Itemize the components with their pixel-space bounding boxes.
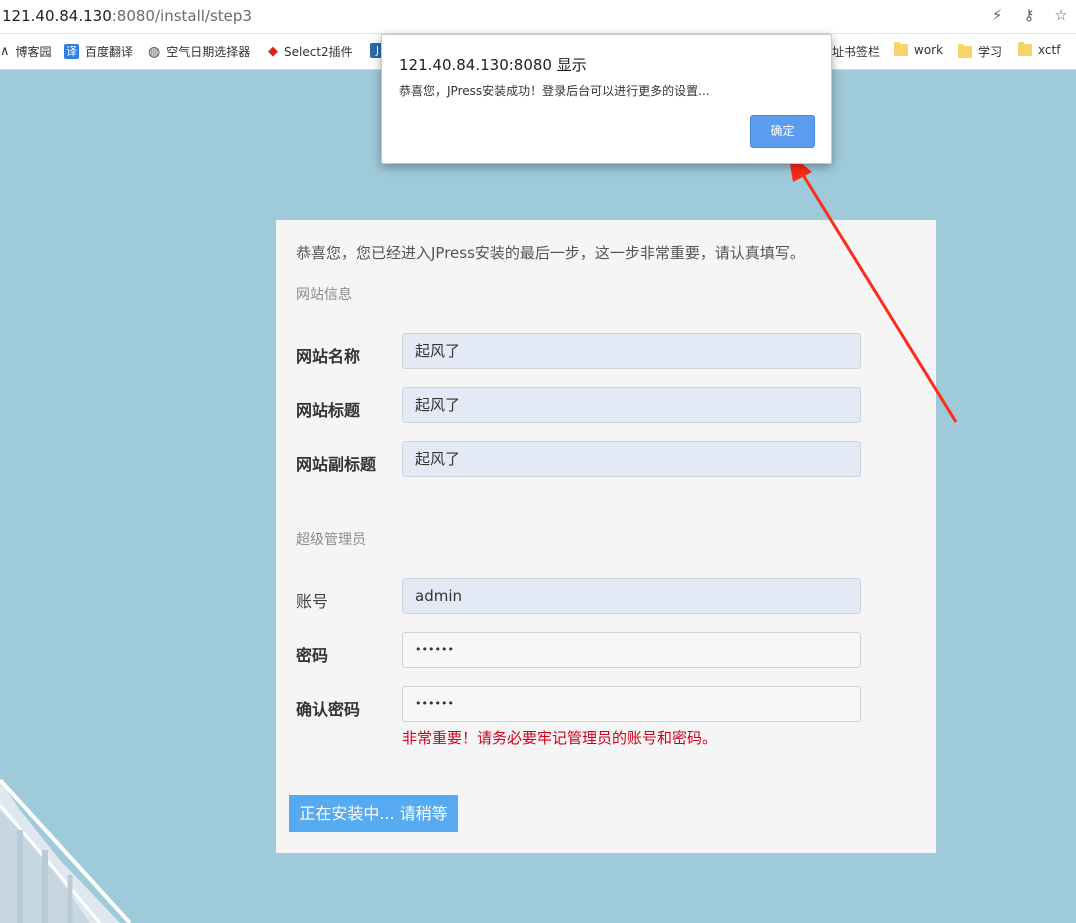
bookmark-folder[interactable]: 学习 — [958, 43, 1002, 60]
bookmark-item[interactable]: ◆ Select2插件 — [268, 43, 353, 60]
url-path: :8080/install/step3 — [111, 7, 252, 25]
bookmark-icon: ∧ — [0, 44, 10, 59]
lightning-icon[interactable]: ⚡ — [988, 6, 1006, 24]
dialog-title: 121.40.84.130:8080 显示 — [399, 56, 587, 74]
account-label: 账号 — [296, 592, 329, 611]
bookmark-label: 百度翻译 — [85, 45, 134, 59]
site-title-input[interactable]: 起风了 — [402, 387, 861, 423]
ok-button[interactable]: 确定 — [750, 115, 815, 148]
bookmark-label: 学习 — [978, 45, 1003, 59]
bookmark-item[interactable]: 址书签栏 — [832, 43, 880, 60]
password-label: 密码 — [296, 646, 329, 665]
site-info-heading: 网站信息 — [296, 287, 352, 303]
star-icon[interactable]: ☆ — [1052, 6, 1070, 24]
address-bar[interactable]: 121.40.84.130:8080/install/step3 ⚡ ⚷ ☆ — [0, 0, 1076, 34]
bookmark-label: work — [914, 43, 944, 57]
bookmark-label: xctf — [1038, 43, 1061, 57]
alert-dialog: 121.40.84.130:8080 显示 恭喜您，JPress安装成功！登录后… — [381, 34, 832, 164]
key-icon[interactable]: ⚷ — [1020, 6, 1038, 24]
installing-button[interactable]: 正在安装中... 请稍等 — [289, 795, 458, 832]
bookmark-label: 址书签栏 — [832, 45, 881, 59]
site-subtitle-input[interactable]: 起风了 — [402, 441, 861, 477]
intro-text: 恭喜您，您已经进入JPress安装的最后一步，这一步非常重要，请认真填写。 — [296, 244, 805, 262]
site-subtitle-label: 网站副标题 — [296, 455, 377, 474]
dialog-message: 恭喜您，JPress安装成功！登录后台可以进行更多的设置... — [399, 84, 710, 98]
install-panel: 恭喜您，您已经进入JPress安装的最后一步，这一步非常重要，请认真填写。 网站… — [276, 220, 936, 853]
confirm-password-input[interactable]: •••••• — [402, 686, 861, 722]
folder-icon — [958, 43, 972, 58]
select2-icon: ◆ — [268, 44, 278, 59]
bookmark-item[interactable]: ∧ 博客园 — [0, 43, 52, 60]
folder-icon — [1018, 42, 1032, 56]
bookmark-label: 博客园 — [15, 45, 52, 59]
bookmark-folder[interactable]: work — [894, 42, 944, 57]
account-input[interactable]: admin — [402, 578, 861, 614]
bookmark-label: Select2插件 — [284, 45, 353, 59]
admin-heading: 超级管理员 — [296, 532, 366, 548]
site-name-label: 网站名称 — [296, 347, 361, 366]
warning-text: 非常重要！请务必要牢记管理员的账号和密码。 — [402, 729, 718, 747]
globe-icon: ◍ — [148, 43, 161, 60]
site-name-input[interactable]: 起风了 — [402, 333, 861, 369]
bookmark-item[interactable]: 译 百度翻译 — [64, 43, 133, 60]
folder-icon — [894, 42, 908, 56]
site-title-label: 网站标题 — [296, 401, 361, 420]
translate-icon: 译 — [64, 44, 79, 59]
password-input[interactable]: •••••• — [402, 632, 861, 668]
background-building-image — [0, 778, 132, 923]
confirm-password-label: 确认密码 — [296, 700, 361, 719]
url-text[interactable]: 121.40.84.130:8080/install/step3 — [2, 7, 252, 25]
url-host: 121.40.84.130 — [2, 7, 112, 25]
bookmark-label: 空气日期选择器 — [166, 45, 251, 59]
bookmark-item[interactable]: ◍ 空气日期选择器 — [148, 43, 250, 60]
bookmark-folder[interactable]: xctf — [1018, 42, 1061, 57]
